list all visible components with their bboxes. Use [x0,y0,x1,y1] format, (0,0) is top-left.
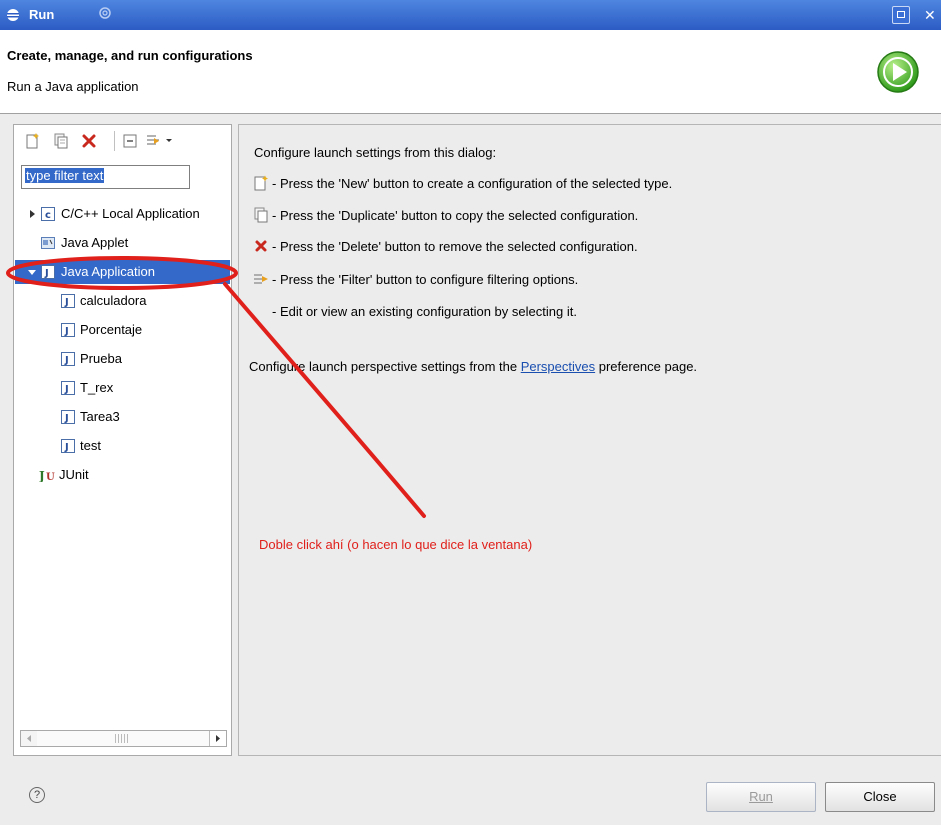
configuration-tree-panel: type filter text c C/C++ Local Applicati… [13,124,232,756]
help-button[interactable]: ? [29,787,45,803]
arrow-right-icon [216,735,220,742]
svg-text:J: J [39,469,45,482]
tree-item-label: Prueba [80,351,122,366]
scroll-grip [115,734,129,743]
dialog-header: Create, manage, and run configurations R… [0,30,941,114]
close-button-label: Close [863,789,897,804]
perspective-text-after: preference page. [595,359,698,374]
close-button[interactable]: Close [825,782,935,812]
perspectives-link[interactable]: Perspectives [521,359,595,374]
tree-toolbar [14,125,231,157]
java-app-icon: J [61,410,75,424]
maximize-icon [897,11,905,18]
info-intro: Configure launch settings from this dial… [254,145,496,160]
launch-settings-info-panel: Configure launch settings from this dial… [238,124,941,756]
java-app-icon: J [61,352,75,366]
tree-item-junit[interactable]: J U JUnit [14,463,231,487]
info-perspective-line: Configure launch perspective settings fr… [249,359,697,374]
tree-item-t-rex[interactable]: J T_rex [14,376,231,400]
applet-icon [41,237,55,249]
window-titlebar[interactable]: Run ✕ [0,0,941,30]
header-title: Create, manage, and run configurations [7,48,253,63]
info-new-text: - Press the 'New' button to create a con… [272,176,673,191]
tree-item-label: Java Application [61,264,155,279]
tree-item-porcentaje[interactable]: J Porcentaje [14,318,231,342]
svg-text:J: J [64,384,69,395]
run-button[interactable]: Run [706,782,816,812]
tree-item-tarea3[interactable]: J Tarea3 [14,405,231,429]
run-icon [877,51,919,93]
swirl-icon [99,7,111,19]
collapse-arrow-icon [28,270,36,275]
tree-item-label: JUnit [59,467,89,482]
info-duplicate-text: - Press the 'Duplicate' button to copy t… [272,208,639,223]
java-app-icon: J [61,323,75,337]
junit-icon: J U [39,469,55,482]
svg-text:J: J [64,355,69,366]
tree-item-label: T_rex [80,380,114,395]
duplicate-configuration-button[interactable] [52,132,70,150]
svg-text:J: J [64,442,69,453]
filter-configurations-button[interactable] [144,132,174,150]
tree-item-java-applet[interactable]: Java Applet [14,231,231,255]
java-app-icon: J [61,381,75,395]
maximize-button[interactable] [892,6,910,24]
arrow-left-icon [27,735,31,742]
tree-item-label: Porcentaje [80,322,143,337]
info-edit-text: - Edit or view an existing configuration… [272,304,577,319]
tree-item-label: C/C++ Local Application [61,206,200,221]
tree-item-prueba[interactable]: J Prueba [14,347,231,371]
help-icon: ? [33,789,41,801]
svg-text:c: c [45,210,51,221]
new-configuration-button[interactable] [24,132,42,150]
c-app-icon: c [41,207,55,221]
window-close-button[interactable]: ✕ [918,6,941,24]
scroll-left-button[interactable] [21,731,38,746]
annotation-text: Doble click ahí (o hacen lo que dice la … [259,537,533,552]
tree-item-calculadora[interactable]: J calculadora [14,289,231,313]
filter-text-value: type filter text [25,168,105,183]
svg-text:J: J [64,326,69,337]
duplicate-config-icon [254,207,268,223]
tree-item-c-local-application[interactable]: c C/C++ Local Application [14,202,231,226]
svg-text:U: U [46,472,55,482]
delete-config-icon [255,240,267,252]
scroll-thumb[interactable] [37,731,210,746]
info-delete-text: - Press the 'Delete' button to remove th… [272,239,638,254]
collapse-all-button[interactable] [121,132,139,150]
tree-horizontal-scrollbar[interactable] [20,730,227,747]
header-subtitle: Run a Java application [7,79,139,94]
eclipse-app-icon [7,9,19,21]
filter-config-icon [254,274,268,284]
tree-item-label: Java Applet [61,235,129,250]
new-config-icon [254,175,268,191]
tree-item-label: Tarea3 [80,409,120,424]
java-app-icon: J [61,294,75,308]
window-title: Run [29,7,55,22]
run-button-label: Run [749,789,773,804]
scroll-right-button[interactable] [209,731,226,746]
filter-text-input[interactable]: type filter text [21,165,190,189]
info-filter-text: - Press the 'Filter' button to configure… [272,272,579,287]
tree-item-test[interactable]: J test [14,434,231,458]
toolbar-separator [114,131,115,151]
tree-item-label: calculadora [80,293,147,308]
delete-configuration-button[interactable] [80,132,98,150]
svg-text:J: J [44,268,49,279]
svg-text:J: J [64,413,69,424]
tree-item-label: test [80,438,101,453]
expand-arrow-icon [30,210,35,218]
perspective-text-before: Configure launch perspective settings fr… [249,359,521,374]
svg-text:J: J [64,297,69,308]
info-intro-text: Configure launch settings from this dial… [254,145,497,160]
java-app-icon: J [41,265,55,279]
tree-item-java-application[interactable]: J Java Application [15,260,230,284]
java-app-icon: J [61,439,75,453]
